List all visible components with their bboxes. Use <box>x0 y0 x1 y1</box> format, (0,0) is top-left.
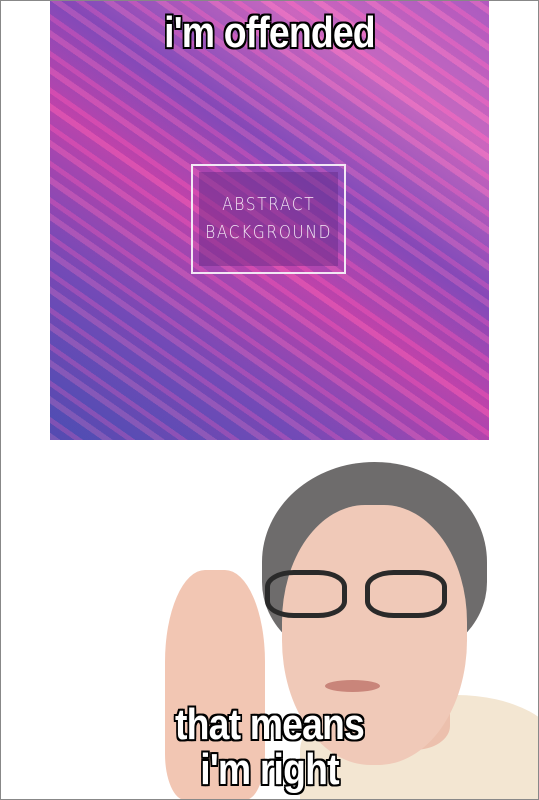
image-border <box>0 0 539 800</box>
